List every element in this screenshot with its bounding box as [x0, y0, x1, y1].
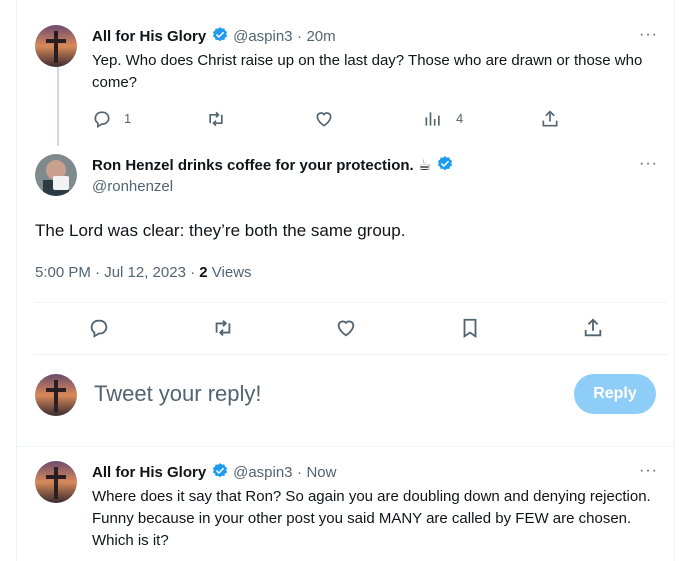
divider: [34, 354, 667, 355]
share-icon[interactable]: [582, 317, 604, 339]
post-meta: 5:00 PM · Jul 12, 2023 · 2 Views: [35, 264, 252, 281]
avatar[interactable]: [35, 374, 77, 416]
views-count: 4: [456, 111, 464, 126]
post-time[interactable]: Now: [306, 464, 336, 481]
reply-input[interactable]: Tweet your reply!: [94, 381, 262, 407]
post-time[interactable]: 20m: [306, 28, 335, 45]
like-icon[interactable]: [335, 317, 357, 339]
share-icon[interactable]: [540, 109, 560, 129]
like-icon[interactable]: [314, 109, 334, 129]
author-handle[interactable]: @aspin3: [233, 464, 292, 481]
reply1-header: All for His Glory @aspin3 · 20m: [92, 26, 336, 49]
avatar[interactable]: [35, 154, 77, 196]
reply2-header: All for His Glory @aspin3 · Now: [92, 462, 336, 485]
divider: [16, 446, 675, 447]
post-text: Yep. Who does Christ raise up on the las…: [92, 52, 643, 91]
author-handle[interactable]: @ronhenzel: [92, 178, 173, 195]
more-icon[interactable]: ···: [639, 462, 658, 480]
retweet-icon[interactable]: [205, 109, 227, 129]
divider: [34, 302, 667, 303]
post-text: Where does it say that Ron? So again you…: [92, 488, 651, 549]
post-timestamp[interactable]: 5:00 PM · Jul 12, 2023 ·: [35, 264, 199, 281]
dot-separator: ·: [296, 28, 302, 45]
retweet-icon[interactable]: [211, 317, 235, 339]
author-name[interactable]: All for His Glory: [92, 464, 206, 481]
thread-line: [57, 66, 59, 146]
more-icon[interactable]: ···: [639, 26, 658, 44]
reply-button[interactable]: Reply: [574, 374, 656, 414]
verified-icon: [211, 462, 229, 485]
main-header: Ron Henzel drinks coffee for your protec…: [92, 155, 454, 178]
reply-icon[interactable]: [92, 109, 112, 129]
author-name[interactable]: Ron Henzel drinks coffee for your protec…: [92, 157, 431, 174]
verified-icon: [211, 26, 229, 49]
views-label: Views: [211, 264, 252, 281]
views-count: 2: [199, 264, 208, 281]
post-text: The Lord was clear: they’re both the sam…: [35, 221, 406, 240]
author-handle[interactable]: @aspin3: [233, 28, 292, 45]
dot-separator: ·: [296, 464, 302, 481]
author-name[interactable]: All for His Glory: [92, 28, 206, 45]
views-icon[interactable]: [423, 109, 443, 129]
avatar[interactable]: [35, 25, 77, 67]
bookmark-icon[interactable]: [459, 317, 481, 339]
reply-count: 1: [124, 111, 132, 126]
avatar[interactable]: [35, 461, 77, 503]
more-icon[interactable]: ···: [639, 155, 658, 173]
reply-icon[interactable]: [88, 317, 110, 339]
verified-icon: [436, 155, 454, 178]
